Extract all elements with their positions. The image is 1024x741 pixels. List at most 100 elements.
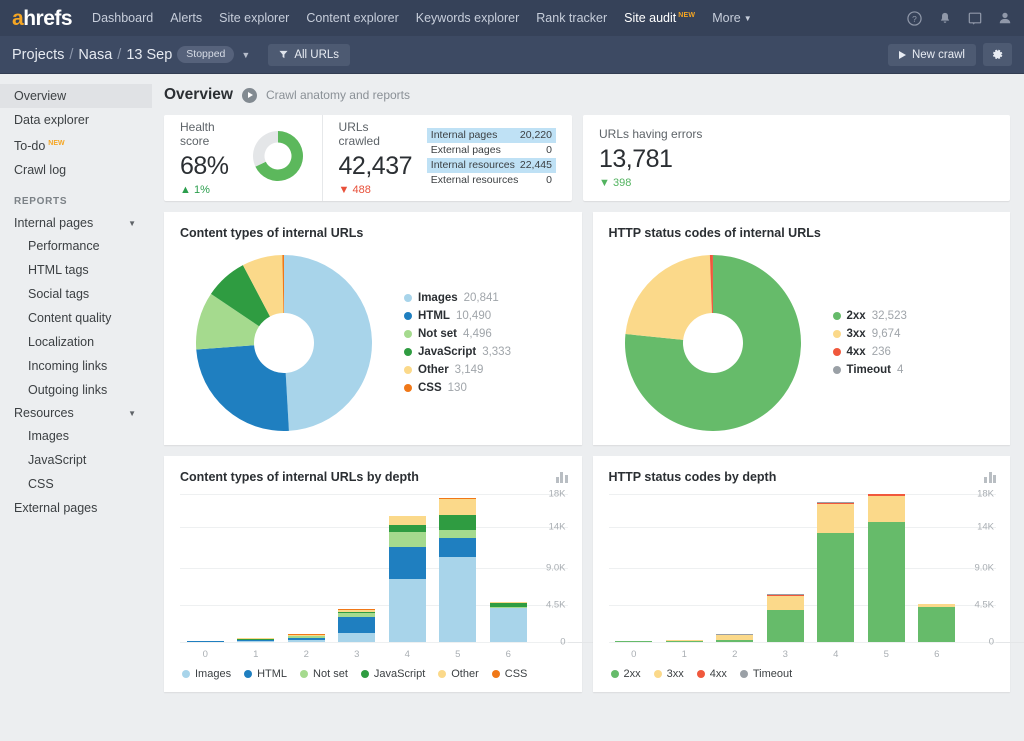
ahrefs-logo[interactable]: ahrefs xyxy=(12,8,72,29)
x-axis-tick-label: 6 xyxy=(912,649,963,660)
http-status-by-depth-header: HTTP status codes by depth xyxy=(593,456,1011,484)
donut-chart xyxy=(625,255,801,431)
chevron-down-icon[interactable]: ▼ xyxy=(128,219,136,228)
settings-button[interactable] xyxy=(983,43,1012,66)
breakdown-row[interactable]: External pages0 xyxy=(427,143,556,158)
breakdown-row[interactable]: Internal pages20,220 xyxy=(427,128,556,143)
stacked-bar[interactable] xyxy=(868,494,905,642)
legend-item[interactable]: Timeout4 xyxy=(833,364,907,376)
legend-item[interactable]: Not set xyxy=(300,668,348,680)
legend-item[interactable]: 2xx xyxy=(611,668,641,680)
all-urls-filter-button[interactable]: All URLs xyxy=(268,44,350,66)
sidebar-group-internal-pages[interactable]: Internal pages▼ xyxy=(0,212,152,234)
bar-chart-row: Content types of internal URLs by depth … xyxy=(164,456,1010,692)
sidebar-item-content-quality[interactable]: Content quality xyxy=(0,306,152,330)
stacked-bar[interactable] xyxy=(918,604,955,642)
sidebar-item-performance[interactable]: Performance xyxy=(0,234,152,258)
stacked-bar[interactable] xyxy=(187,641,224,642)
legend-item[interactable]: 3xx9,674 xyxy=(833,328,907,340)
stacked-bar[interactable] xyxy=(716,634,753,642)
chevron-down-icon[interactable]: ▼ xyxy=(241,50,250,60)
legend-item[interactable]: Other xyxy=(438,668,479,680)
stacked-bar[interactable] xyxy=(767,594,804,642)
sidebar-item-localization[interactable]: Localization xyxy=(0,330,152,354)
breakdown-row[interactable]: External resources0 xyxy=(427,173,556,188)
donut-area xyxy=(593,255,833,431)
page-subtitle[interactable]: Crawl anatomy and reports xyxy=(266,88,410,102)
legend-item[interactable]: CSS130 xyxy=(404,382,511,394)
sidebar-item-css[interactable]: CSS xyxy=(0,472,152,496)
donut-slice-3xx[interactable] xyxy=(625,255,711,340)
legend-item[interactable]: HTML xyxy=(244,668,287,680)
sidebar-item-crawl-log[interactable]: Crawl log xyxy=(0,158,152,182)
donut-slice-Images[interactable] xyxy=(284,255,372,431)
bar-segment-3xx xyxy=(868,496,905,522)
nav-link-alerts[interactable]: Alerts xyxy=(170,11,202,25)
bar-chart-icon[interactable] xyxy=(556,472,568,483)
sidebar-item-external-pages[interactable]: External pages xyxy=(0,496,152,520)
sidebar-group-resources[interactable]: Resources▼ xyxy=(0,402,152,424)
x-axis-tick-label: 3 xyxy=(760,649,811,660)
sidebar-item-javascript[interactable]: JavaScript xyxy=(0,448,152,472)
account-icon[interactable] xyxy=(997,11,1012,26)
stacked-bar[interactable] xyxy=(490,602,527,642)
legend-item[interactable]: 2xx32,523 xyxy=(833,310,907,322)
legend-item[interactable]: Images20,841 xyxy=(404,292,511,304)
legend-item[interactable]: 4xx236 xyxy=(833,346,907,358)
bar-segment-html xyxy=(187,641,224,642)
nav-link-keywords-explorer[interactable]: Keywords explorer xyxy=(416,11,520,25)
stacked-bar[interactable] xyxy=(237,638,274,642)
legend-item[interactable]: 4xx xyxy=(697,668,727,680)
sidebar-item-social-tags[interactable]: Social tags xyxy=(0,282,152,306)
sidebar-item-to-do[interactable]: To-doNEW xyxy=(0,132,152,158)
sidebar-item-html-tags[interactable]: HTML tags xyxy=(0,258,152,282)
legend-item[interactable]: 3xx xyxy=(654,668,684,680)
status-badge[interactable]: Stopped xyxy=(177,46,234,63)
bar-segment-3xx xyxy=(817,504,854,532)
sidebar-item-overview[interactable]: Overview xyxy=(0,84,152,108)
sidebar-item-data-explorer[interactable]: Data explorer xyxy=(0,108,152,132)
breadcrumb-item-0[interactable]: Projects xyxy=(12,47,64,63)
help-icon[interactable]: ? xyxy=(907,11,922,26)
nav-link-content-explorer[interactable]: Content explorer xyxy=(306,11,398,25)
legend-item[interactable]: Timeout xyxy=(740,668,792,680)
stacked-bar[interactable] xyxy=(666,640,703,642)
breadcrumb-item-2[interactable]: 13 Sep xyxy=(126,47,172,63)
legend-item[interactable]: JavaScript xyxy=(361,668,425,680)
chevron-down-icon[interactable]: ▼ xyxy=(128,409,136,418)
gear-icon xyxy=(991,48,1004,61)
legend-item[interactable]: Not set4,496 xyxy=(404,328,511,340)
new-crawl-button[interactable]: New crawl xyxy=(888,44,976,66)
nav-link-site-audit[interactable]: Site auditNEW xyxy=(624,11,695,25)
nav-link-rank-tracker[interactable]: Rank tracker xyxy=(536,11,607,25)
legend-item[interactable]: HTML10,490 xyxy=(404,310,511,322)
legend-item[interactable]: Other3,149 xyxy=(404,364,511,376)
play-video-icon[interactable] xyxy=(242,88,257,103)
legend-item[interactable]: Images xyxy=(182,668,231,680)
sidebar-item-incoming-links[interactable]: Incoming links xyxy=(0,354,152,378)
bell-icon[interactable] xyxy=(937,11,952,26)
sidebar-item-images[interactable]: Images xyxy=(0,424,152,448)
stacked-bar[interactable] xyxy=(288,634,325,642)
stacked-bar[interactable] xyxy=(389,516,426,642)
nav-link-more[interactable]: More▼ xyxy=(712,11,751,25)
gridline xyxy=(180,642,568,643)
chat-icon[interactable] xyxy=(967,11,982,26)
breakdown-row[interactable]: Internal resources22,445 xyxy=(427,158,556,173)
nav-link-dashboard[interactable]: Dashboard xyxy=(92,11,153,25)
bar-slot xyxy=(609,494,660,642)
stacked-bar[interactable] xyxy=(817,502,854,642)
legend-item[interactable]: CSS xyxy=(492,668,528,680)
stacked-bar[interactable] xyxy=(615,641,652,642)
nav-link-site-explorer[interactable]: Site explorer xyxy=(219,11,289,25)
stacked-bar[interactable] xyxy=(439,498,476,642)
sidebar-item-outgoing-links[interactable]: Outgoing links xyxy=(0,378,152,402)
bar-chart-icon[interactable] xyxy=(984,472,996,483)
nav-link-label: Alerts xyxy=(170,11,202,25)
legend-color-dot xyxy=(182,670,190,678)
stacked-bar[interactable] xyxy=(338,609,375,642)
legend-item[interactable]: JavaScript3,333 xyxy=(404,346,511,358)
bar-segment-2xx xyxy=(817,533,854,642)
breadcrumb-item-1[interactable]: Nasa xyxy=(78,47,112,63)
donut-slice-HTML[interactable] xyxy=(196,345,289,431)
